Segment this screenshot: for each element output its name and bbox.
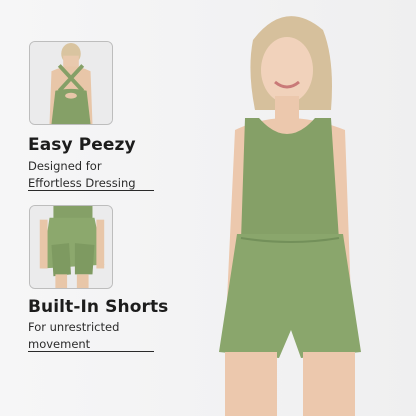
product-feature-graphic: Easy Peezy Designed for Effortless Dress… [0,0,416,416]
feature-title-built-in-shorts: Built-In Shorts [28,297,169,317]
feature-title-easy-peezy: Easy Peezy [28,135,136,155]
model-photo [175,0,416,416]
divider [28,351,154,352]
shorts-view-thumbnail [29,205,113,289]
back-view-image [30,42,112,124]
divider [28,190,154,191]
feature-description-built-in-shorts: For unrestricted movement [28,320,120,351]
shorts-view-image [30,206,112,288]
back-view-thumbnail [29,41,113,125]
feature-description-easy-peezy: Designed for Effortless Dressing [28,159,136,190]
model-image [219,16,361,416]
